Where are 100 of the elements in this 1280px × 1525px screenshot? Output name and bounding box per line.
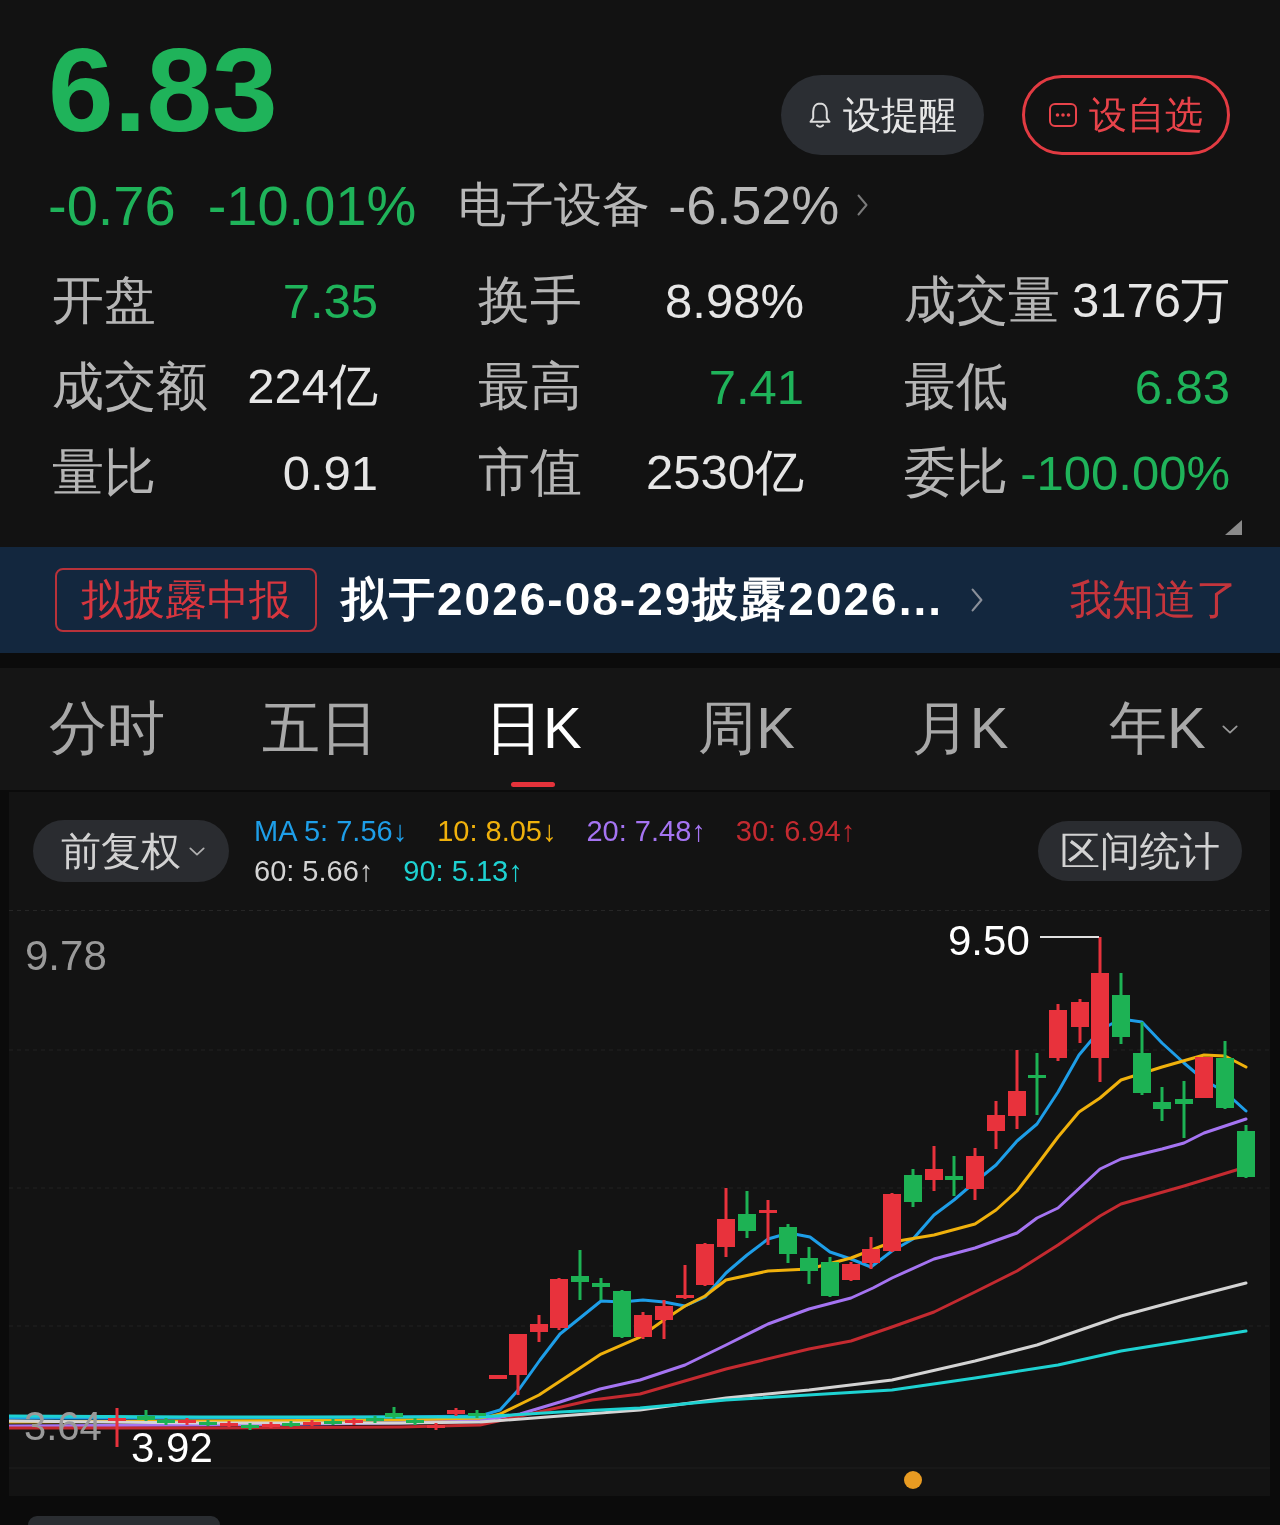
- candlestick: [406, 1418, 424, 1425]
- stat-value: 7.41: [708, 359, 804, 415]
- candlestick: [1049, 1004, 1067, 1061]
- candlestick: [282, 1421, 300, 1427]
- chevron-right-icon[interactable]: [971, 588, 983, 612]
- stat-label: 成交额: [52, 356, 208, 417]
- period-tab[interactable]: 月K: [853, 668, 1067, 790]
- candlestick: [925, 1146, 943, 1191]
- candlestick: [468, 1410, 486, 1418]
- candlestick: [345, 1418, 363, 1425]
- candlestick: [178, 1418, 196, 1425]
- candlestick: [883, 1193, 901, 1252]
- chevron-right-icon[interactable]: [857, 194, 869, 216]
- period-tab[interactable]: 日K: [426, 668, 640, 790]
- candlestick: [655, 1300, 673, 1339]
- range-stats-button[interactable]: 区间统计: [1038, 821, 1242, 881]
- period-tab[interactable]: 分时: [0, 668, 214, 790]
- stat-value: 6.83: [1134, 359, 1230, 415]
- candlestick: [759, 1200, 777, 1245]
- candlestick: [717, 1188, 735, 1257]
- price-change: -0.76: [48, 172, 176, 238]
- candlestick: [1195, 1057, 1213, 1098]
- candlestick: [1071, 999, 1089, 1043]
- candlestick: [738, 1191, 756, 1238]
- candlestick: [571, 1250, 589, 1300]
- candlestick: [1216, 1041, 1234, 1109]
- notice-tag: 拟披露中报: [55, 568, 317, 632]
- marker-dot-icon[interactable]: [904, 1471, 922, 1489]
- candlestick: [137, 1410, 155, 1421]
- candlestick: [1175, 1081, 1193, 1138]
- candlestick: [966, 1148, 984, 1200]
- period-tab[interactable]: 五日: [213, 668, 427, 790]
- stat-label: 市值: [478, 442, 582, 503]
- leader-line: [1039, 936, 1100, 938]
- percent-change: -10.01%: [207, 172, 417, 238]
- candlestick: [987, 1101, 1005, 1149]
- stat-value: 3176万: [1072, 272, 1230, 329]
- candlestick: [696, 1243, 714, 1286]
- price-axis-label: 3.64: [24, 1404, 102, 1448]
- stat-value: 7.35: [282, 273, 378, 329]
- candlestick: [427, 1423, 445, 1430]
- candlestick: [862, 1237, 880, 1269]
- notice-text[interactable]: 拟于2026-08-29披露2026...: [341, 569, 943, 631]
- candlestick: [324, 1419, 342, 1425]
- stat-label: 开盘: [52, 270, 156, 331]
- stat-label: 最高: [478, 356, 582, 417]
- candlestick: [220, 1421, 238, 1427]
- adjustment-dropdown[interactable]: 前复权: [33, 820, 229, 882]
- moving-average-label: 10: 8.05↓: [437, 814, 557, 849]
- candlestick: [945, 1156, 963, 1196]
- bell-icon: [808, 101, 831, 129]
- high-price-label: 9.50: [948, 917, 1030, 964]
- candlestick: [1112, 973, 1130, 1044]
- candlestick: [447, 1408, 465, 1416]
- stat-label: 最低: [904, 356, 1008, 417]
- candlestick: [489, 1375, 507, 1379]
- candlestick: [821, 1257, 839, 1297]
- stat-label: 委比: [904, 442, 1008, 503]
- candlestick: [904, 1169, 922, 1207]
- sector-name[interactable]: 电子设备: [458, 173, 651, 237]
- candlestick: [1237, 1125, 1255, 1178]
- candlestick: [1153, 1087, 1171, 1121]
- candlestick: [800, 1247, 818, 1284]
- candlestick: [108, 1408, 126, 1447]
- sector-change: -6.52%: [668, 174, 840, 236]
- stat-label: 成交量: [904, 270, 1060, 331]
- candlestick: [241, 1423, 259, 1430]
- stat-label: 换手: [478, 270, 582, 331]
- chevron-down-icon: [1221, 724, 1238, 734]
- period-tab[interactable]: 周K: [640, 668, 854, 790]
- moving-average-label: 20: 7.48↑: [586, 814, 706, 849]
- moving-average-label: 60: 5.66↑: [254, 854, 374, 889]
- candlestick: [779, 1224, 797, 1263]
- candlestick: [842, 1262, 860, 1281]
- low-price-label: 3.92: [131, 1424, 213, 1471]
- moving-average-label: MA 5: 7.56↓: [254, 814, 408, 849]
- corner-triangle-icon[interactable]: [1225, 520, 1242, 535]
- candlestick: [676, 1265, 694, 1299]
- dots-square-icon: [1049, 103, 1077, 127]
- candlestick: [262, 1422, 280, 1428]
- candlestick: [199, 1420, 217, 1426]
- candlestick: [509, 1334, 527, 1395]
- moving-average-label: 90: 5.13↑: [403, 854, 523, 889]
- candlestick: [613, 1290, 631, 1338]
- period-tab[interactable]: 年K: [1066, 668, 1280, 790]
- stat-value: 0.91: [282, 445, 378, 501]
- stat-value: -100.00%: [1020, 445, 1230, 501]
- alert-button[interactable]: 设提醒: [781, 75, 984, 155]
- candlestick: [592, 1278, 610, 1300]
- candlestick: [157, 1418, 175, 1425]
- last-price: 6.83: [48, 28, 278, 152]
- stat-value: 224亿: [247, 358, 378, 415]
- candlestick: [550, 1278, 568, 1330]
- chevron-down-icon: [189, 846, 205, 856]
- candlestick: [634, 1312, 652, 1339]
- stat-value: 8.98%: [665, 273, 804, 329]
- candlestick: [303, 1420, 321, 1426]
- stat-label: 量比: [52, 442, 156, 503]
- watchlist-button[interactable]: 设自选: [1022, 75, 1230, 155]
- candlestick: [1028, 1053, 1046, 1115]
